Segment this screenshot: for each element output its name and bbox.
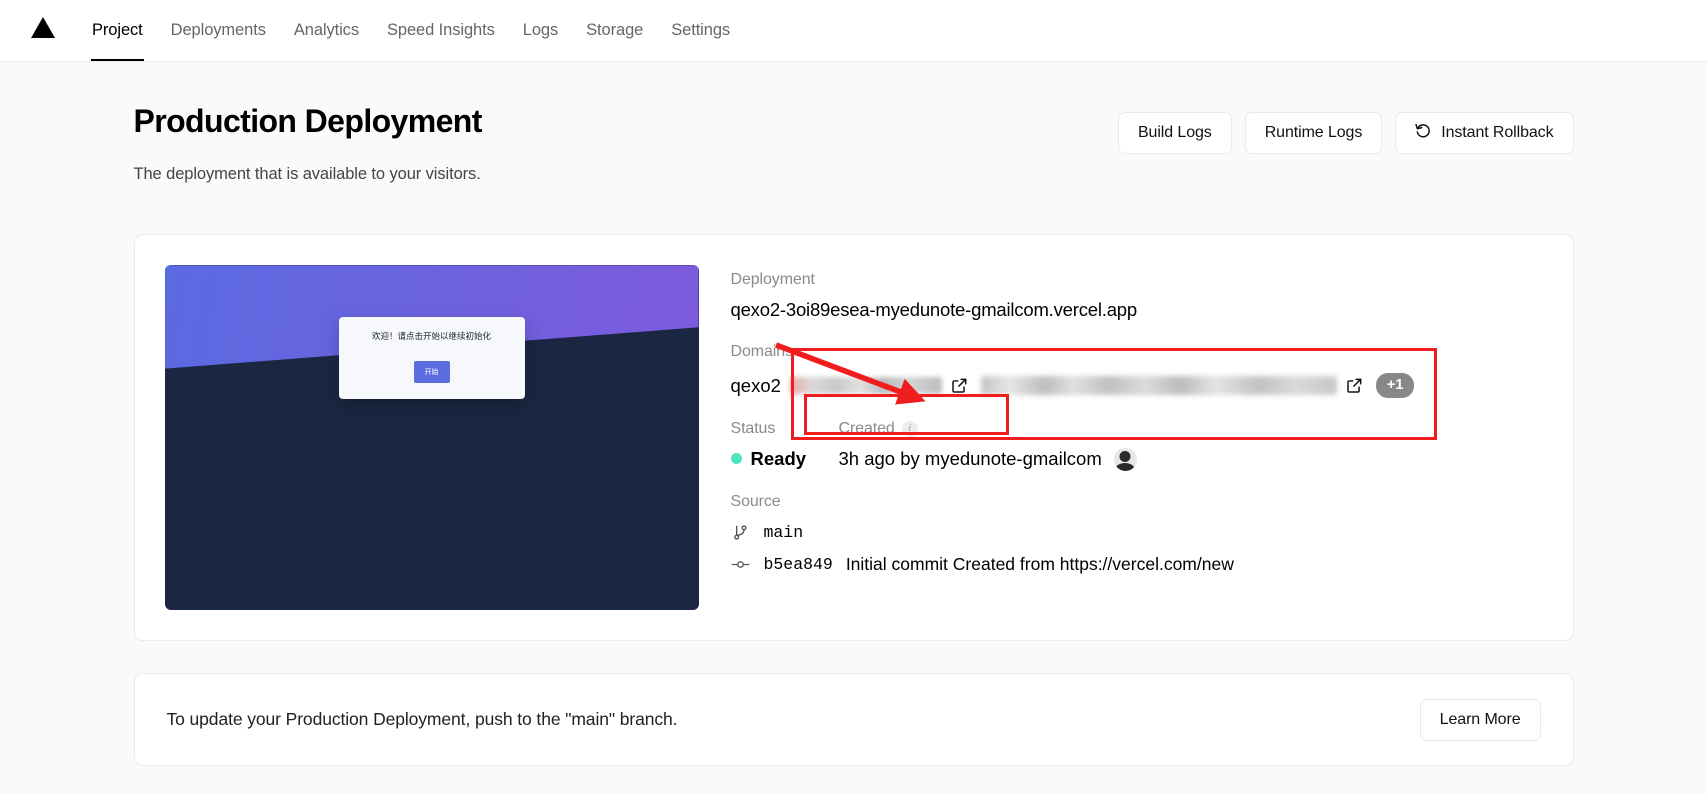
instant-rollback-button[interactable]: Instant Rollback bbox=[1395, 112, 1573, 154]
page-header: Production Deployment The deployment tha… bbox=[134, 62, 1574, 184]
avatar-head bbox=[1120, 451, 1131, 462]
content-container: Production Deployment The deployment tha… bbox=[94, 62, 1614, 766]
runtime-logs-label: Runtime Logs bbox=[1265, 124, 1363, 142]
status-badge: Ready bbox=[751, 448, 807, 470]
deployment-details: Deployment qexo2-3oi89esea-myedunote-gma… bbox=[731, 265, 1543, 610]
source-block: Source main bbox=[731, 493, 1543, 575]
status-dot-icon bbox=[731, 453, 742, 464]
nav-item-storage[interactable]: Storage bbox=[572, 0, 657, 61]
created-timestamp: 3h ago by myedunote-gmailcom bbox=[839, 448, 1102, 470]
source-commit-hash: b5ea849 bbox=[764, 555, 833, 574]
nav-label: Deployments bbox=[171, 21, 266, 40]
domains-list: qexo2 bbox=[731, 373, 1543, 398]
production-deployment-card: 欢迎！请点击开始以继续初始化 开始 Deployment qexo2-3oi89… bbox=[134, 234, 1574, 641]
source-commit-message: Initial commit Created from https://verc… bbox=[846, 554, 1234, 575]
status-column: Status Ready bbox=[731, 420, 839, 471]
git-branch-icon bbox=[731, 524, 751, 541]
nav-item-analytics[interactable]: Analytics bbox=[280, 0, 373, 61]
nav-label: Settings bbox=[671, 21, 730, 40]
learn-more-button[interactable]: Learn More bbox=[1420, 699, 1541, 741]
more-domains-badge[interactable]: +1 bbox=[1376, 373, 1415, 398]
top-navigation-bar: Project Deployments Analytics Speed Insi… bbox=[0, 0, 1707, 62]
domain-item-secondary[interactable] bbox=[981, 376, 1363, 395]
preview-modal: 欢迎！请点击开始以继续初始化 开始 bbox=[339, 317, 525, 399]
deployment-label: Deployment bbox=[731, 271, 815, 289]
domains-block: Domains qexo2 bbox=[731, 343, 1543, 398]
instant-rollback-label: Instant Rollback bbox=[1441, 124, 1553, 142]
update-instructions-text: To update your Production Deployment, pu… bbox=[167, 709, 678, 730]
status-created-row: Status Ready Created i bbox=[731, 420, 1543, 471]
redacted-domain-text bbox=[981, 376, 1337, 395]
source-label: Source bbox=[731, 493, 781, 511]
preview-modal-text: 欢迎！请点击开始以继续初始化 bbox=[349, 331, 515, 343]
status-created-block: Status Ready Created i bbox=[731, 420, 1543, 471]
avatar-body bbox=[1116, 463, 1135, 471]
preview-modal-button: 开始 bbox=[414, 361, 450, 383]
source-commit-row[interactable]: b5ea849 Initial commit Created from http… bbox=[731, 554, 1543, 575]
header-action-buttons: Build Logs Runtime Logs Instant Rollback bbox=[1118, 104, 1574, 154]
created-label-group: Created i bbox=[839, 420, 918, 438]
domains-label: Domains bbox=[731, 343, 793, 361]
nav-item-speed-insights[interactable]: Speed Insights bbox=[373, 0, 509, 61]
status-value-group: Ready bbox=[731, 448, 839, 470]
avatar[interactable] bbox=[1114, 448, 1137, 471]
deployment-block: Deployment qexo2-3oi89esea-myedunote-gma… bbox=[731, 271, 1543, 321]
nav-item-project[interactable]: Project bbox=[78, 0, 157, 61]
page-body: Production Deployment The deployment tha… bbox=[0, 62, 1707, 766]
created-label: Created bbox=[839, 420, 895, 438]
git-commit-icon bbox=[731, 556, 751, 573]
source-branch-row[interactable]: main bbox=[731, 523, 1543, 542]
nav-label: Speed Insights bbox=[387, 21, 495, 40]
domain-prefix-text: qexo2 bbox=[731, 375, 781, 397]
nav-label: Project bbox=[92, 21, 143, 40]
vercel-triangle-logo[interactable] bbox=[26, 0, 60, 61]
domain-item-primary[interactable]: qexo2 bbox=[731, 375, 968, 397]
runtime-logs-button[interactable]: Runtime Logs bbox=[1245, 112, 1383, 154]
external-link-icon[interactable] bbox=[1346, 377, 1363, 394]
learn-more-label: Learn More bbox=[1440, 711, 1521, 729]
page-title: Production Deployment bbox=[134, 104, 482, 139]
source-branch-name: main bbox=[764, 523, 804, 542]
nav-items: Project Deployments Analytics Speed Insi… bbox=[78, 0, 744, 61]
nav-label: Storage bbox=[586, 21, 643, 40]
deployment-url[interactable]: qexo2-3oi89esea-myedunote-gmailcom.verce… bbox=[731, 299, 1543, 321]
page-subtitle: The deployment that is available to your… bbox=[134, 165, 482, 184]
external-link-icon[interactable] bbox=[951, 377, 968, 394]
nav-label: Logs bbox=[523, 21, 558, 40]
build-logs-button[interactable]: Build Logs bbox=[1118, 112, 1232, 154]
page-heading-group: Production Deployment The deployment tha… bbox=[134, 104, 482, 184]
redacted-domain-text bbox=[790, 377, 942, 394]
created-column: Created i 3h ago by myedunote-gmailcom bbox=[839, 420, 1543, 471]
created-value-group: 3h ago by myedunote-gmailcom bbox=[839, 448, 1543, 471]
nav-label: Analytics bbox=[294, 21, 359, 40]
nav-item-logs[interactable]: Logs bbox=[509, 0, 572, 61]
rollback-icon bbox=[1415, 122, 1432, 144]
info-icon[interactable]: i bbox=[902, 421, 918, 437]
nav-item-deployments[interactable]: Deployments bbox=[157, 0, 280, 61]
update-instructions-card: To update your Production Deployment, pu… bbox=[134, 673, 1574, 766]
nav-item-settings[interactable]: Settings bbox=[657, 0, 744, 61]
status-label: Status bbox=[731, 420, 776, 438]
build-logs-label: Build Logs bbox=[1138, 124, 1212, 142]
deployment-preview-thumbnail[interactable]: 欢迎！请点击开始以继续初始化 开始 bbox=[165, 265, 699, 610]
